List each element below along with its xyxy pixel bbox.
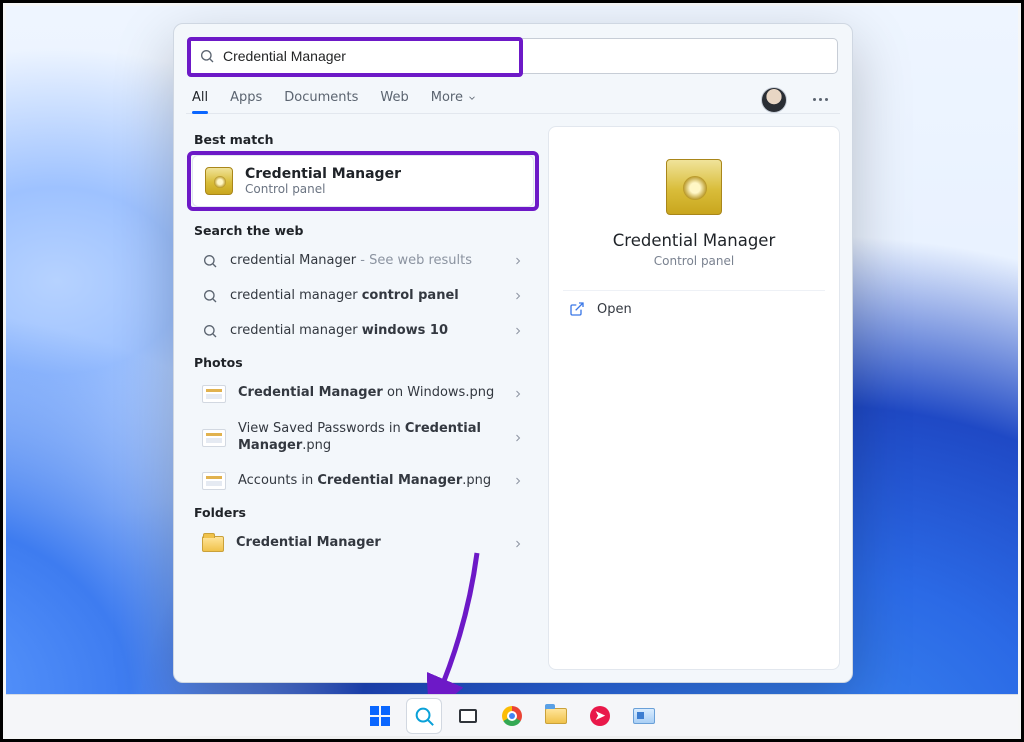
filter-tab-more[interactable]: More: [431, 86, 477, 113]
search-icon: [202, 288, 218, 304]
web-result[interactable]: credential Manager - See web results: [190, 244, 536, 279]
photo-result[interactable]: Accounts in Credential Manager.png: [190, 463, 536, 499]
image-thumbnail-icon: [202, 472, 226, 490]
control-panel-icon: [633, 708, 655, 724]
search-icon: [202, 253, 218, 269]
search-results-list: Best match Credential Manager Control pa…: [174, 114, 544, 682]
start-button[interactable]: [362, 698, 398, 734]
chevron-right-icon: [512, 255, 524, 267]
best-match-title: Credential Manager: [245, 166, 401, 182]
app-icon: ➤: [590, 706, 610, 726]
taskbar-search-button[interactable]: [406, 698, 442, 734]
taskbar: ➤: [6, 694, 1018, 736]
filter-tab-documents[interactable]: Documents: [284, 86, 358, 113]
file-explorer-icon: [545, 708, 567, 724]
credential-manager-icon: [666, 159, 722, 215]
best-match-result[interactable]: Credential Manager Control panel: [192, 155, 534, 207]
filter-tab-apps[interactable]: Apps: [230, 86, 262, 113]
windows-search-panel: All Apps Documents Web More Best match C…: [173, 23, 853, 683]
search-icon: [199, 48, 215, 64]
photo-result[interactable]: Credential Manager on Windows.png: [190, 376, 536, 412]
section-photos: Photos: [186, 349, 540, 376]
taskbar-app-chrome[interactable]: [494, 698, 530, 734]
chevron-right-icon: [512, 388, 524, 400]
chevron-right-icon: [512, 432, 524, 444]
search-icon: [413, 705, 435, 727]
chevron-right-icon: [512, 475, 524, 487]
filter-tab-web[interactable]: Web: [380, 86, 408, 113]
search-filter-tabs: All Apps Documents Web More: [174, 80, 852, 113]
result-details-pane: Credential Manager Control panel Open: [548, 126, 840, 670]
chevron-right-icon: [512, 538, 524, 550]
best-match-subtitle: Control panel: [245, 182, 401, 196]
search-box[interactable]: [188, 38, 838, 74]
windows-logo-icon: [370, 706, 390, 726]
details-title: Credential Manager: [563, 231, 825, 250]
section-folders: Folders: [186, 499, 540, 526]
open-label: Open: [597, 302, 632, 317]
section-search-web: Search the web: [186, 217, 540, 244]
taskbar-app-explorer[interactable]: [538, 698, 574, 734]
chevron-right-icon: [512, 290, 524, 302]
chevron-right-icon: [512, 325, 524, 337]
task-view-icon: [459, 709, 477, 723]
folder-result[interactable]: Credential Manager: [190, 526, 536, 561]
more-options-button[interactable]: [809, 94, 832, 105]
web-result[interactable]: credential manager windows 10: [190, 314, 536, 349]
search-input[interactable]: [223, 48, 827, 64]
photo-result[interactable]: View Saved Passwords in Credential Manag…: [190, 412, 536, 464]
open-icon: [569, 301, 585, 317]
image-thumbnail-icon: [202, 385, 226, 403]
chevron-down-icon: [467, 93, 477, 103]
taskbar-app-control-panel[interactable]: [626, 698, 662, 734]
search-icon: [202, 323, 218, 339]
open-action[interactable]: Open: [563, 290, 825, 327]
taskbar-app-red[interactable]: ➤: [582, 698, 618, 734]
details-subtitle: Control panel: [563, 254, 825, 268]
chrome-icon: [502, 706, 522, 726]
section-best-match: Best match: [186, 126, 540, 153]
filter-more-label: More: [431, 90, 463, 105]
image-thumbnail-icon: [202, 429, 226, 447]
web-result[interactable]: credential manager control panel: [190, 279, 536, 314]
credential-manager-icon: [205, 167, 233, 195]
folder-icon: [202, 536, 224, 552]
user-avatar[interactable]: [761, 87, 787, 113]
task-view-button[interactable]: [450, 698, 486, 734]
filter-tab-all[interactable]: All: [192, 86, 208, 113]
